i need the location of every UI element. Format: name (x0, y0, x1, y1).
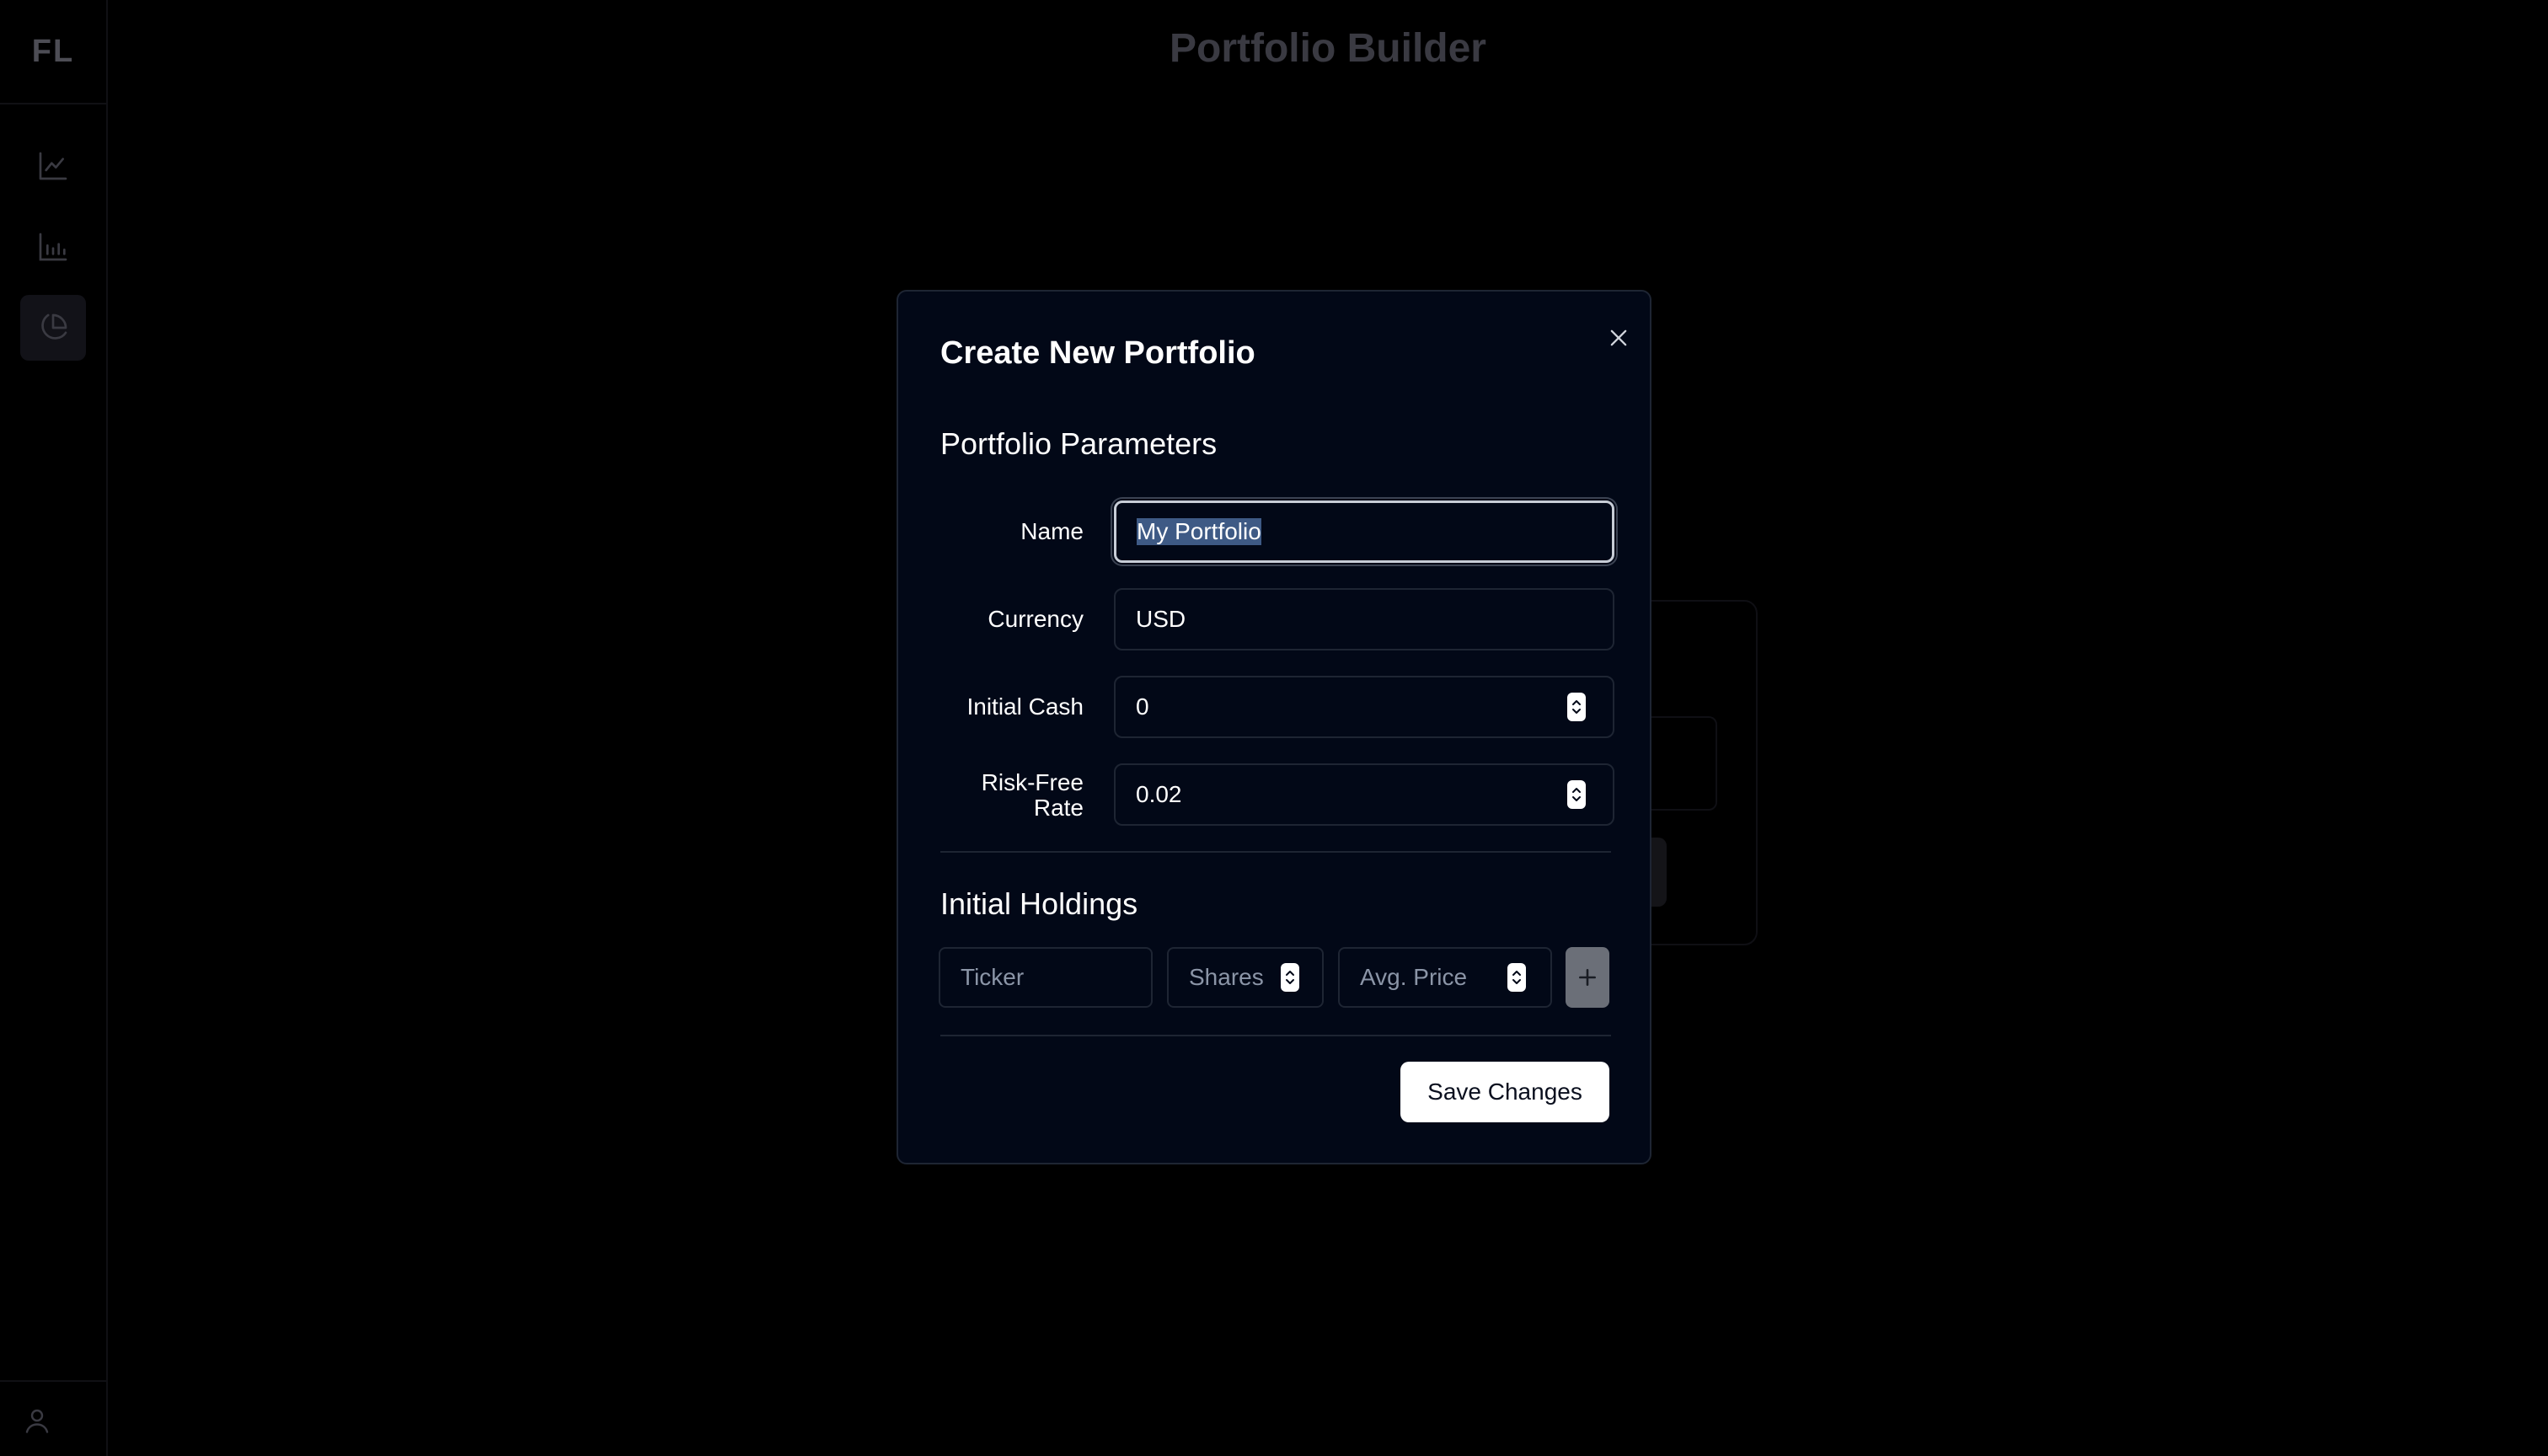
ticker-placeholder: Ticker (961, 964, 1025, 990)
initial-cash-input[interactable]: 0 (1114, 676, 1614, 738)
user-menu[interactable] (0, 1380, 106, 1456)
shares-placeholder: Shares (1189, 964, 1264, 990)
close-button[interactable] (1594, 313, 1643, 362)
currency-input-value: USD (1136, 606, 1186, 632)
section-title-parameters: Portfolio Parameters (940, 426, 1218, 461)
user-icon (25, 1409, 49, 1433)
name-input[interactable]: My Portfolio (1114, 500, 1614, 563)
create-portfolio-dialog: Create New Portfolio Portfolio Parameter… (897, 290, 1651, 1164)
bar-chart-icon (39, 233, 67, 261)
risk-free-rate-label-line1: Risk-Free (981, 769, 1084, 795)
plus-icon (1579, 969, 1596, 986)
name-label: Name (1020, 518, 1084, 544)
shares-input[interactable]: Shares (1167, 947, 1324, 1008)
save-changes-button[interactable]: Save Changes (1400, 1062, 1609, 1122)
sidebar: FL (0, 0, 108, 1456)
close-icon (1610, 329, 1627, 346)
initial-cash-input-value: 0 (1136, 693, 1149, 720)
risk-free-rate-stepper[interactable] (1567, 780, 1586, 809)
nav-item-line-chart[interactable] (20, 133, 86, 199)
add-holding-button[interactable] (1566, 947, 1609, 1008)
dialog-title: Create New Portfolio (940, 335, 1255, 371)
risk-free-rate-input[interactable]: 0.02 (1114, 763, 1614, 826)
risk-free-rate-input-value: 0.02 (1136, 781, 1182, 807)
initial-cash-label: Initial Cash (966, 693, 1084, 720)
section-divider (940, 851, 1611, 853)
name-input-value: My Portfolio (1137, 518, 1261, 545)
risk-free-rate-label-line2: Rate (1033, 795, 1084, 821)
ticker-input[interactable]: Ticker (939, 947, 1153, 1008)
stepper-arrows-icon (1512, 971, 1521, 984)
nav-item-pie-chart[interactable] (20, 295, 86, 361)
page-title: Portfolio Builder (1170, 26, 1486, 71)
nav-item-bar-chart[interactable] (20, 214, 86, 280)
avg-price-placeholder: Avg. Price (1360, 964, 1468, 990)
pie-chart-icon (41, 313, 67, 340)
app-logo: FL (0, 0, 106, 104)
stepper-arrows-icon (1286, 971, 1294, 984)
footer-divider (940, 1035, 1611, 1036)
shares-stepper[interactable] (1281, 963, 1299, 992)
currency-input[interactable]: USD (1114, 588, 1614, 650)
line-chart-icon (39, 152, 67, 180)
risk-free-rate-label: Risk-Free Rate (915, 770, 1084, 821)
stepper-arrows-icon (1572, 788, 1581, 801)
currency-label: Currency (988, 606, 1084, 632)
section-title-holdings: Initial Holdings (940, 886, 1138, 921)
initial-cash-stepper[interactable] (1567, 693, 1586, 721)
avg-price-stepper[interactable] (1507, 963, 1526, 992)
stepper-arrows-icon (1572, 700, 1581, 714)
